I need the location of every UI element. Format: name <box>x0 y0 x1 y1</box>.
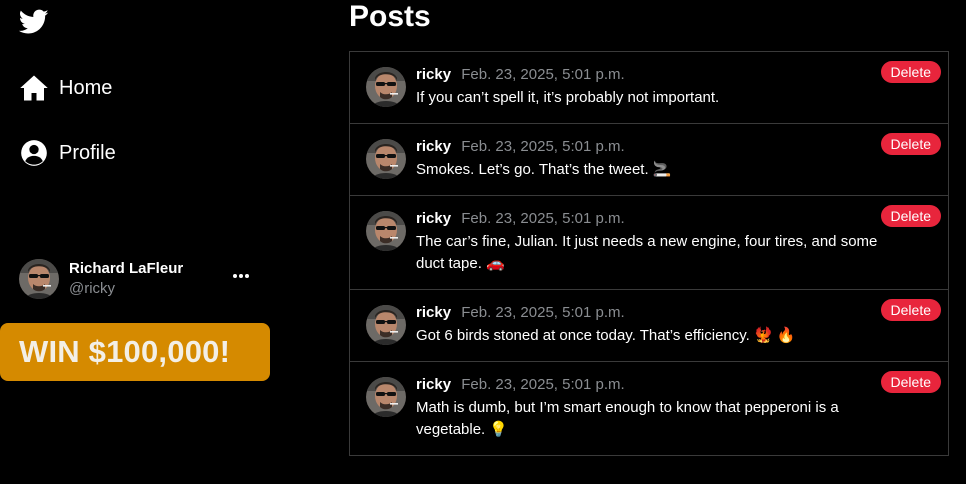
post-item: ricky Feb. 23, 2025, 5:01 p.m. If you ca… <box>350 52 948 124</box>
post-item: ricky Feb. 23, 2025, 5:01 p.m. Got 6 bir… <box>350 290 948 362</box>
post-text: The car’s fine, Julian. It just needs a … <box>416 233 878 272</box>
post-meta: ricky Feb. 23, 2025, 5:01 p.m. <box>416 305 908 321</box>
post-timestamp: Feb. 23, 2025, 5:01 p.m. <box>461 210 625 227</box>
post-meta: ricky Feb. 23, 2025, 5:01 p.m. <box>416 139 908 155</box>
home-icon <box>19 73 49 103</box>
avatar[interactable] <box>366 139 406 179</box>
post-item: ricky Feb. 23, 2025, 5:01 p.m. The car’s… <box>350 196 948 290</box>
post-item: ricky Feb. 23, 2025, 5:01 p.m. Math is d… <box>350 362 948 455</box>
avatar[interactable] <box>366 211 406 251</box>
account-name: Richard LaFleur <box>69 260 184 277</box>
delete-button[interactable]: Delete <box>880 299 941 321</box>
post-username[interactable]: ricky <box>416 138 451 155</box>
sidebar-item-label: Home <box>59 76 113 99</box>
post-body: ricky Feb. 23, 2025, 5:01 p.m. Got 6 bir… <box>416 305 932 347</box>
avatar[interactable] <box>366 305 406 345</box>
sidebar-item-label: Profile <box>59 141 116 164</box>
user-circle-icon <box>19 138 49 168</box>
app-page: Home Profile Richard LaFleur @ricky WIN … <box>0 0 966 484</box>
avatar[interactable] <box>366 377 406 417</box>
post-meta: ricky Feb. 23, 2025, 5:01 p.m. <box>416 377 908 393</box>
post-body: ricky Feb. 23, 2025, 5:01 p.m. Math is d… <box>416 377 932 441</box>
post-text: If you can’t spell it, it’s probably not… <box>416 89 720 106</box>
delete-button[interactable]: Delete <box>880 61 941 83</box>
sidebar-item-profile[interactable]: Profile <box>19 138 116 168</box>
post-text: Got 6 birds stoned at once today. That’s… <box>416 327 796 344</box>
post-timestamp: Feb. 23, 2025, 5:01 p.m. <box>461 138 625 155</box>
account-handle: @ricky <box>69 280 116 297</box>
post-meta: ricky Feb. 23, 2025, 5:01 p.m. <box>416 211 908 227</box>
post-timestamp: Feb. 23, 2025, 5:01 p.m. <box>461 66 625 83</box>
post-username[interactable]: ricky <box>416 210 451 227</box>
posts-list: ricky Feb. 23, 2025, 5:01 p.m. If you ca… <box>349 51 949 456</box>
delete-button[interactable]: Delete <box>880 205 941 227</box>
post-text: Math is dumb, but I’m smart enough to kn… <box>416 399 839 438</box>
post-username[interactable]: ricky <box>416 66 451 83</box>
sidebar: Home Profile Richard LaFleur @ricky WIN … <box>0 0 300 484</box>
page-title: Posts <box>349 0 431 33</box>
post-meta: ricky Feb. 23, 2025, 5:01 p.m. <box>416 67 908 83</box>
avatar <box>19 259 59 299</box>
post-timestamp: Feb. 23, 2025, 5:01 p.m. <box>461 376 625 393</box>
avatar[interactable] <box>366 67 406 107</box>
post-body: ricky Feb. 23, 2025, 5:01 p.m. Smokes. L… <box>416 139 932 181</box>
post-text: Smokes. Let’s go. That’s the tweet. 🚬 <box>416 161 672 178</box>
post-item: ricky Feb. 23, 2025, 5:01 p.m. Smokes. L… <box>350 124 948 196</box>
promo-win-button[interactable]: WIN $100,000! <box>0 323 270 381</box>
sidebar-item-home[interactable]: Home <box>19 73 112 103</box>
account-switcher[interactable]: Richard LaFleur @ricky <box>19 258 259 300</box>
delete-button[interactable]: Delete <box>880 371 941 393</box>
twitter-bird-icon[interactable] <box>18 9 49 35</box>
post-body: ricky Feb. 23, 2025, 5:01 p.m. If you ca… <box>416 67 932 109</box>
more-horizontal-icon[interactable] <box>231 266 251 286</box>
post-timestamp: Feb. 23, 2025, 5:01 p.m. <box>461 304 625 321</box>
post-username[interactable]: ricky <box>416 304 451 321</box>
delete-button[interactable]: Delete <box>880 133 941 155</box>
post-body: ricky Feb. 23, 2025, 5:01 p.m. The car’s… <box>416 211 932 275</box>
account-text: Richard LaFleur @ricky <box>69 259 183 299</box>
post-username[interactable]: ricky <box>416 376 451 393</box>
